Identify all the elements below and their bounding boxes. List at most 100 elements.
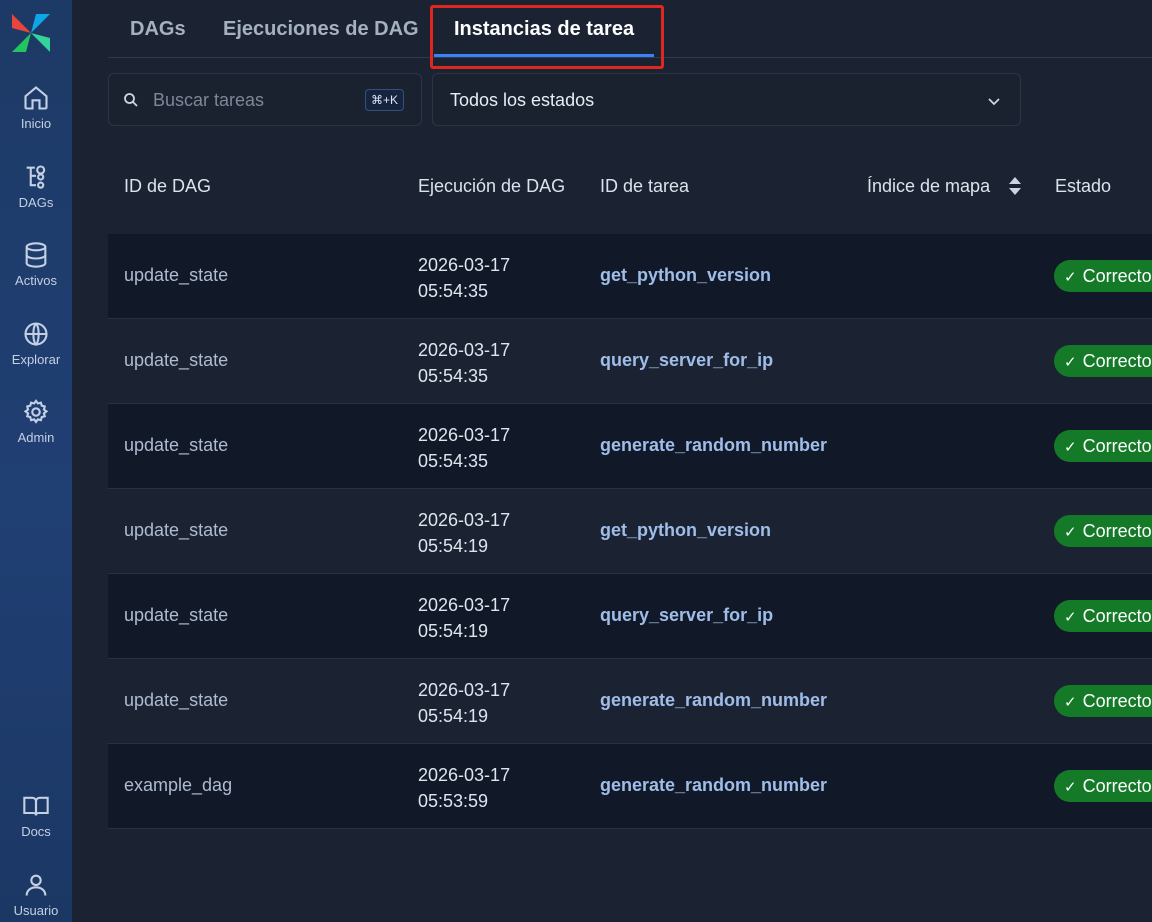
user-icon [25,874,47,896]
sidebar-item-inicio[interactable]: Inicio [0,84,72,150]
dag-run-time: 05:54:19 [418,536,489,556]
database-icon [25,242,47,268]
sidebar-item-label: Inicio [20,116,52,131]
dag-run-date: 2026-03-17 [418,510,511,530]
status-badge: ✓ Correcto [1054,430,1152,462]
status-filter-value: Todos los estados [450,90,595,110]
sidebar-item-label: Explorar [11,352,61,367]
task-id-link[interactable]: generate_random_number [600,690,827,711]
check-icon: ✓ [1064,609,1077,626]
check-icon: ✓ [1064,269,1077,286]
search-box: ⌘+K [108,73,422,126]
home-icon [24,86,48,110]
status-badge-label: Correcto [1082,266,1152,286]
dag-run-time: 05:54:35 [418,366,489,386]
table-row[interactable]: update_state 2026-03-17 05:54:19 get_python… [108,489,1152,574]
sidebar-item-label: Usuario [13,903,59,918]
status-badge: ✓ Correcto [1054,600,1152,632]
table-row[interactable]: update_state 2026-03-17 05:54:35 query_serv… [108,319,1152,404]
active-tab-indicator [434,54,654,57]
dag-run-date: 2026-03-17 [418,595,511,615]
check-icon: ✓ [1064,779,1077,796]
dag-run-cell[interactable]: 2026-03-17 05:54:35 [418,337,510,389]
column-header-state[interactable]: Estado [1055,176,1111,197]
main-content: DAGs Ejecuciones de DAG Instancias de ta… [72,0,1152,922]
dag-run-time: 05:54:19 [418,621,489,641]
dag-id-cell[interactable]: update_state [124,690,228,711]
task-id-link[interactable]: get_python_version [600,265,771,286]
sort-icon[interactable] [1007,175,1023,197]
tab-instancias-de-tarea[interactable]: Instancias de tarea [454,18,634,41]
sidebar-item-explorar[interactable]: Explorar [0,320,72,386]
dag-id-cell[interactable]: update_state [124,265,228,286]
sidebar-item-label: Admin [17,430,55,445]
status-badge-label: Correcto [1082,606,1152,626]
task-id-link[interactable]: get_python_version [600,520,771,541]
tab-bar: DAGs Ejecuciones de DAG Instancias de ta… [108,0,1152,69]
tab-dags[interactable]: DAGs [130,18,186,41]
dag-id-cell[interactable]: update_state [124,350,228,371]
book-icon [23,796,49,816]
dags-icon [26,165,46,189]
dag-run-cell[interactable]: 2026-03-17 05:54:19 [418,592,510,644]
check-icon: ✓ [1064,354,1077,371]
dag-run-date: 2026-03-17 [418,765,511,785]
task-id-link[interactable]: generate_random_number [600,775,827,796]
sidebar-item-dags[interactable]: DAGs [0,163,72,229]
status-badge-label: Correcto [1082,776,1152,796]
column-header-map-index[interactable]: Índice de mapa [867,176,990,197]
search-input[interactable] [153,86,353,114]
status-badge-label: Correcto [1082,351,1152,371]
dag-run-date: 2026-03-17 [418,680,511,700]
dag-id-cell[interactable]: update_state [124,435,228,456]
check-icon: ✓ [1064,524,1077,541]
table-row[interactable]: example_dag 2026-03-17 05:53:59 generate_ra… [108,744,1152,829]
sidebar-item-usuario[interactable]: Usuario [0,871,72,922]
table-row[interactable]: update_state 2026-03-17 05:54:19 query_serv… [108,574,1152,659]
status-badge: ✓ Correcto [1054,260,1152,292]
dag-run-cell[interactable]: 2026-03-17 05:54:19 [418,677,510,729]
sidebar-item-label: Docs [21,824,51,839]
sidebar-item-admin[interactable]: Admin [0,398,72,464]
check-icon: ✓ [1064,694,1077,711]
sidebar-item-label: DAGs [18,195,54,210]
sidebar-item-docs[interactable]: Docs [0,792,72,858]
dag-run-cell[interactable]: 2026-03-17 05:53:59 [418,762,510,814]
status-badge: ✓ Correcto [1054,515,1152,547]
dag-id-cell[interactable]: example_dag [124,775,232,796]
dag-id-cell[interactable]: update_state [124,520,228,541]
keyboard-shortcut-badge: ⌘+K [365,89,405,111]
status-badge-label: Correcto [1082,521,1152,541]
status-filter-select[interactable]: Todos los estados [432,73,1021,126]
tab-ejecuciones-de-dag[interactable]: Ejecuciones de DAG [223,18,419,41]
column-header-dag-run[interactable]: Ejecución de DAG [418,176,565,197]
sidebar: Inicio DAGs Activos Explorar Admin Docs … [0,0,72,922]
sidebar-item-activos[interactable]: Activos [0,241,72,307]
column-header-dag-id[interactable]: ID de DAG [124,176,211,197]
dag-run-cell[interactable]: 2026-03-17 05:54:19 [418,507,510,559]
check-icon: ✓ [1064,439,1077,456]
table-row[interactable]: update_state 2026-03-17 05:54:35 get_python… [108,234,1152,319]
status-badge: ✓ Correcto [1054,770,1152,802]
dag-run-date: 2026-03-17 [418,425,511,445]
column-header-task-id[interactable]: ID de tarea [600,176,689,197]
task-id-link[interactable]: query_server_for_ip [600,350,773,371]
table-body: update_state 2026-03-17 05:54:35 get_python… [108,234,1152,829]
app: Inicio DAGs Activos Explorar Admin Docs … [0,0,1152,922]
chevron-down-icon [988,98,1000,106]
dag-id-cell[interactable]: update_state [124,605,228,626]
task-id-link[interactable]: generate_random_number [600,435,827,456]
gear-icon [23,399,49,424]
search-icon [124,93,138,107]
status-badge-label: Correcto [1082,436,1152,456]
dag-run-time: 05:54:19 [418,706,489,726]
dag-run-cell[interactable]: 2026-03-17 05:54:35 [418,252,510,304]
table-row[interactable]: update_state 2026-03-17 05:54:19 generate_r… [108,659,1152,744]
table-header: ID de DAG Ejecución de DAG ID de tarea Í… [108,150,1152,234]
dag-run-cell[interactable]: 2026-03-17 05:54:35 [418,422,510,474]
task-id-link[interactable]: query_server_for_ip [600,605,773,626]
dag-run-date: 2026-03-17 [418,255,511,275]
airflow-logo-icon[interactable] [8,10,54,56]
status-badge-label: Correcto [1082,691,1152,711]
table-row[interactable]: update_state 2026-03-17 05:54:35 generate_r… [108,404,1152,489]
